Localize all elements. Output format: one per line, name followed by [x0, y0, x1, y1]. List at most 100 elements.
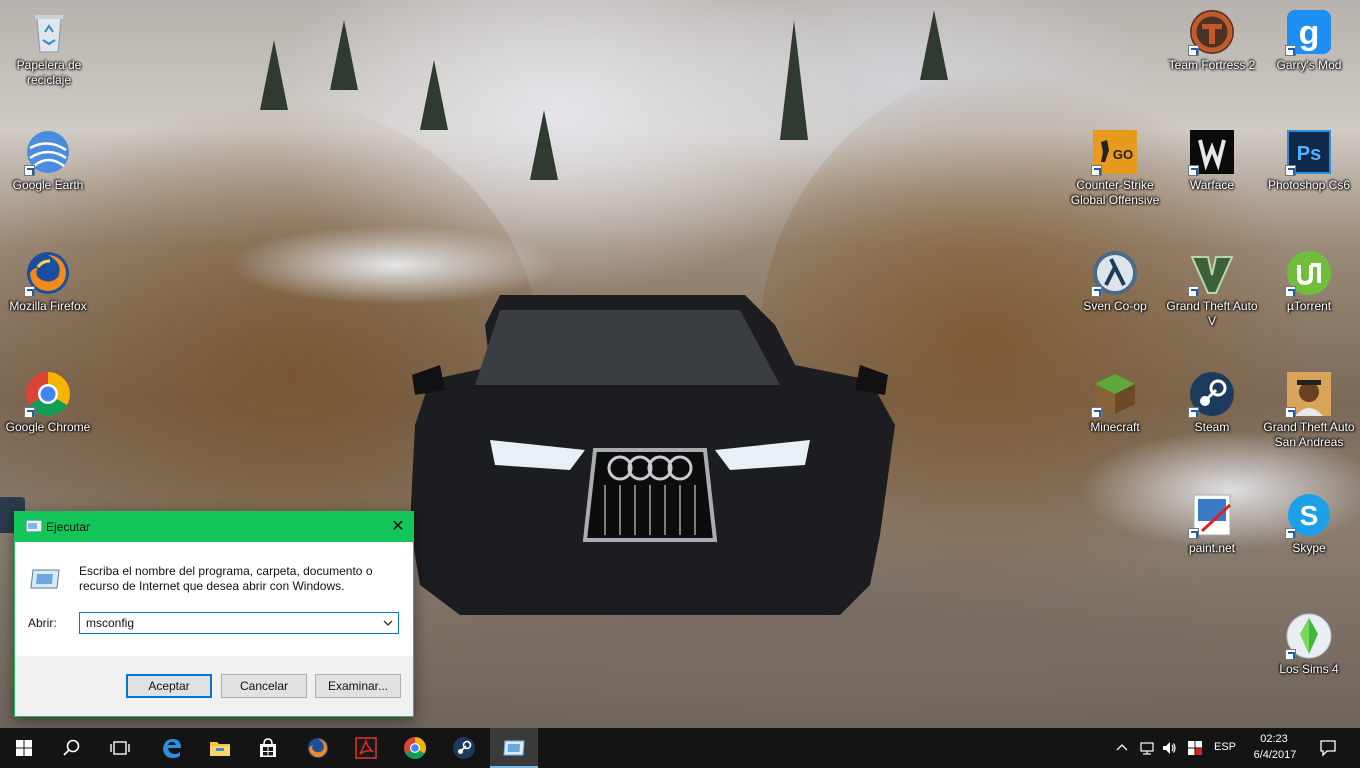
- desktop-icon-skype[interactable]: S Skype: [1262, 491, 1356, 556]
- run-dialog-description: Escriba el nombre del programa, carpeta,…: [79, 564, 373, 593]
- desktop-icon-gta-sa[interactable]: Grand Theft Auto San Andreas: [1262, 370, 1356, 450]
- desktop-icon-sven-coop[interactable]: Sven Co-op: [1068, 249, 1162, 314]
- open-label: Abrir:: [28, 616, 57, 630]
- shortcut-arrow-icon: [1285, 165, 1296, 176]
- taskbar-firefox[interactable]: [294, 728, 342, 768]
- run-dialog-titlebar[interactable]: Ejecutar ✕: [15, 512, 413, 542]
- taskbar-edge[interactable]: [148, 728, 196, 768]
- shortcut-arrow-icon: [1285, 286, 1296, 297]
- desktop-icon-minecraft[interactable]: Minecraft: [1068, 370, 1162, 435]
- team-fortress-icon: [1188, 8, 1236, 56]
- run-dialog-body: Escriba el nombre del programa, carpeta,…: [15, 542, 413, 656]
- run-dialog-footer: Aceptar Cancelar Examinar...: [15, 656, 413, 716]
- desktop-icon-steam[interactable]: Steam: [1165, 370, 1259, 435]
- windows-logo-icon: [16, 740, 32, 756]
- pine-tree: [780, 20, 808, 140]
- open-input-value[interactable]: msconfig: [86, 616, 134, 630]
- desktop-icon-label: Counter-Strike Global Offensive: [1070, 178, 1160, 207]
- taskbar-file-explorer[interactable]: [196, 728, 244, 768]
- shortcut-arrow-icon: [1188, 286, 1199, 297]
- chevron-up-icon[interactable]: [1114, 740, 1130, 756]
- desktop-icon-recycle-bin[interactable]: Papelera de reciclaje: [2, 8, 96, 88]
- notification-center-icon[interactable]: [1319, 739, 1337, 757]
- browse-button[interactable]: Examinar...: [315, 674, 401, 698]
- network-icon[interactable]: [1139, 740, 1155, 756]
- skype-icon: S: [1285, 491, 1333, 539]
- desktop-icon-garrys-mod[interactable]: g Garry's Mod: [1262, 8, 1356, 73]
- chevron-down-icon[interactable]: [380, 615, 396, 631]
- volume-icon[interactable]: [1161, 740, 1177, 756]
- minecraft-icon: [1091, 370, 1139, 418]
- photoshop-icon: Ps: [1285, 128, 1333, 176]
- desktop-icon-google-earth[interactable]: Google Earth: [1, 128, 95, 193]
- acrobat-icon: [355, 737, 377, 759]
- desktop-icon-label: Mozilla Firefox: [9, 299, 87, 313]
- desktop-icon-label: Papelera de reciclaje: [16, 58, 82, 87]
- warface-icon: [1188, 128, 1236, 176]
- task-view-button[interactable]: [96, 728, 144, 768]
- shortcut-arrow-icon: [1188, 528, 1199, 539]
- close-icon: ✕: [391, 518, 405, 535]
- shortcut-arrow-icon: [24, 286, 35, 297]
- taskbar-acrobat[interactable]: [342, 728, 390, 768]
- desktop-icon-photoshop[interactable]: Ps Photoshop Cs6: [1262, 128, 1356, 193]
- pine-tree: [330, 20, 358, 90]
- store-icon: [260, 738, 276, 757]
- desktop-icon-gta-v[interactable]: Grand Theft Auto V: [1165, 249, 1259, 329]
- shortcut-arrow-icon: [1188, 407, 1199, 418]
- shortcut-arrow-icon: [1285, 649, 1296, 660]
- desktop-icon-label: Photoshop Cs6: [1267, 178, 1351, 192]
- desktop-icon-label: Steam: [1194, 420, 1230, 434]
- paint-net-icon: [1188, 491, 1236, 539]
- taskbar-chrome[interactable]: [391, 728, 439, 768]
- language-indicator[interactable]: ESP: [1214, 741, 1236, 753]
- desktop-icon-label: Grand Theft Auto V: [1166, 299, 1258, 328]
- svg-text:GO: GO: [1113, 147, 1133, 162]
- desktop-icon-csgo[interactable]: GO Counter-Strike Global Offensive: [1068, 128, 1162, 208]
- desktop-icon-sims-4[interactable]: Los Sims 4: [1262, 612, 1356, 677]
- run-dialog-title: Ejecutar: [46, 520, 91, 534]
- security-shield-icon[interactable]: [1187, 740, 1203, 756]
- run-program-icon: [30, 569, 60, 589]
- firefox-icon: [24, 249, 72, 297]
- desktop-icon-firefox[interactable]: Mozilla Firefox: [1, 249, 95, 314]
- pine-tree: [260, 40, 288, 110]
- shortcut-arrow-icon: [1091, 407, 1102, 418]
- open-combobox[interactable]: msconfig: [79, 612, 399, 634]
- start-button[interactable]: [0, 728, 48, 768]
- search-icon: [63, 739, 80, 756]
- svg-text:g: g: [1299, 14, 1320, 52]
- desktop-icon-utorrent[interactable]: µTorrent: [1262, 249, 1356, 314]
- ok-button[interactable]: Aceptar: [126, 674, 212, 698]
- svg-text:S: S: [1300, 500, 1319, 531]
- steam-icon: [453, 737, 475, 759]
- desktop-icon-label: µTorrent: [1286, 299, 1332, 313]
- taskbar-store[interactable]: [244, 728, 292, 768]
- firefox-icon: [308, 738, 328, 758]
- chrome-icon: [404, 737, 426, 759]
- search-button[interactable]: [48, 728, 96, 768]
- google-earth-icon: [24, 128, 72, 176]
- taskbar-run[interactable]: [490, 728, 538, 768]
- chrome-icon: [24, 370, 72, 418]
- pine-tree: [920, 10, 948, 80]
- run-dialog: Ejecutar ✕ Escriba el nombre del program…: [14, 511, 414, 717]
- taskbar-steam[interactable]: [440, 728, 488, 768]
- cancel-button[interactable]: Cancelar: [221, 674, 307, 698]
- recycle-bin-icon: [25, 8, 73, 56]
- desktop-icon-paint-net[interactable]: paint.net: [1165, 491, 1259, 556]
- pine-tree: [530, 110, 558, 180]
- close-button[interactable]: ✕: [383, 512, 413, 542]
- taskbar: ESP 02:23 6/4/2017: [0, 728, 1360, 768]
- desktop-icon-label: Garry's Mod: [1276, 58, 1342, 72]
- desktop-icon-label: Google Chrome: [5, 420, 91, 434]
- desktop-icon-warface[interactable]: Warface: [1165, 128, 1259, 193]
- desktop-icon-label: Minecraft: [1090, 420, 1140, 434]
- clock-time[interactable]: 02:23: [1254, 733, 1294, 745]
- desktop-icon-chrome[interactable]: Google Chrome: [1, 370, 95, 435]
- run-icon: [26, 520, 42, 532]
- task-view-icon: [110, 741, 130, 755]
- desktop-icon-team-fortress-2[interactable]: Team Fortress 2: [1165, 8, 1259, 73]
- clock-date[interactable]: 6/4/2017: [1246, 749, 1304, 761]
- shortcut-arrow-icon: [1285, 528, 1296, 539]
